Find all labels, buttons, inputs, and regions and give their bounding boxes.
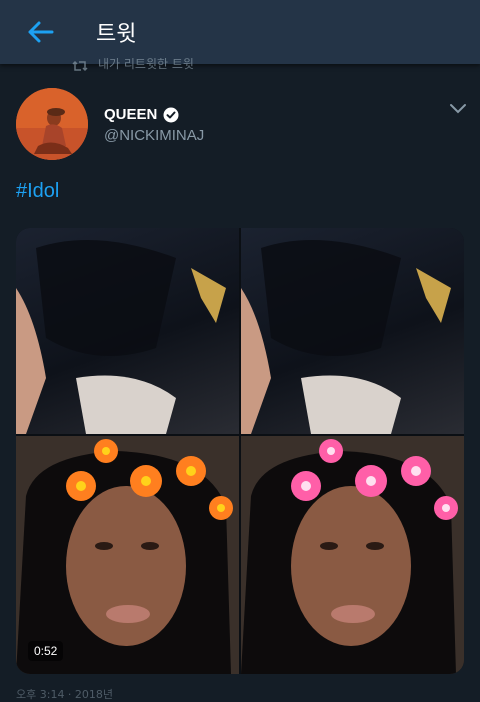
media-divider-horizontal bbox=[16, 434, 464, 436]
author-name-text: QUEEN bbox=[104, 106, 158, 123]
author-handle[interactable]: @NICKIMINAJ bbox=[104, 127, 204, 144]
retweet-icon bbox=[72, 60, 88, 72]
tweet-timestamp: 오후 3:14 · 2018년 bbox=[16, 688, 114, 701]
arrow-left-icon bbox=[28, 21, 54, 43]
verified-badge-icon bbox=[163, 107, 179, 122]
media-divider-vertical bbox=[239, 228, 241, 674]
avatar[interactable] bbox=[16, 88, 88, 160]
retweet-note: 내가 리트윗한 트윗 bbox=[72, 58, 194, 72]
video-frame-top-left bbox=[16, 228, 239, 434]
video-frame-bottom-right bbox=[241, 436, 464, 674]
chevron-down-icon bbox=[450, 104, 466, 114]
top-bar: 트윗 bbox=[0, 0, 480, 64]
avatar-image bbox=[16, 88, 88, 160]
tweet-text-hashtag[interactable]: #Idol bbox=[16, 180, 59, 203]
back-button[interactable] bbox=[0, 0, 80, 64]
video-frame-bottom-left bbox=[16, 436, 239, 674]
retweet-note-text: 내가 리트윗한 트윗 bbox=[98, 58, 194, 71]
page-title: 트윗 bbox=[96, 22, 137, 47]
video-frame-top-right bbox=[241, 228, 464, 434]
author-name[interactable]: QUEEN bbox=[104, 106, 179, 123]
more-options-button[interactable] bbox=[446, 96, 470, 120]
video-duration-badge: 0:52 bbox=[28, 641, 64, 661]
tweet-video[interactable] bbox=[16, 228, 464, 674]
